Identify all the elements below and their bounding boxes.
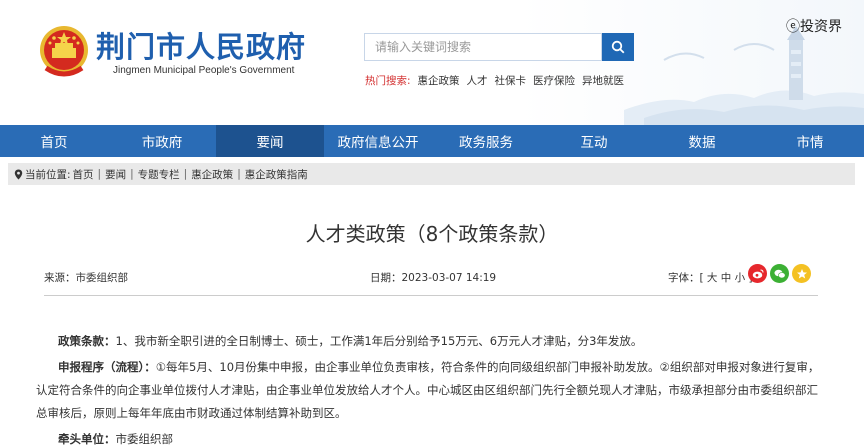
nav-item-city-info[interactable]: 市情 xyxy=(756,125,864,157)
weibo-icon[interactable] xyxy=(748,264,767,283)
breadcrumb-separator: | xyxy=(237,168,241,180)
search-icon xyxy=(611,40,625,54)
nav-item-home[interactable]: 首页 xyxy=(0,125,108,157)
nav-item-services[interactable]: 政务服务 xyxy=(432,125,540,157)
nav-item-city-government[interactable]: 市政府 xyxy=(108,125,216,157)
nav-item-news[interactable]: 要闻 xyxy=(216,125,324,157)
paragraph-text: 市委组织部 xyxy=(115,432,174,446)
main-nav: 首页 市政府 要闻 政府信息公开 政务服务 互动 数据 市情 xyxy=(0,125,864,157)
share-buttons xyxy=(748,264,811,283)
hot-search: 热门搜索: 惠企政策 人才 社保卡 医疗保险 异地就医 xyxy=(365,73,624,88)
paragraph-label: 政策条款： xyxy=(58,334,116,348)
wechat-icon[interactable] xyxy=(770,264,789,283)
paragraph-label: 申报程序（流程）： xyxy=(58,360,156,374)
search-input[interactable] xyxy=(365,34,601,60)
search-box xyxy=(364,33,602,61)
site-title[interactable]: 荆门市人民政府 xyxy=(96,24,306,66)
hot-search-label: 热门搜索: xyxy=(365,75,411,87)
breadcrumb-separator: | xyxy=(97,168,102,180)
breadcrumb-label: 当前位置: xyxy=(25,168,71,181)
hot-search-item[interactable]: 社保卡 xyxy=(495,73,527,88)
breadcrumb-item[interactable]: 专题专栏 xyxy=(138,167,180,182)
hot-search-item[interactable]: 人才 xyxy=(467,73,488,88)
nav-item-data[interactable]: 数据 xyxy=(648,125,756,157)
breadcrumb-separator: | xyxy=(183,168,188,180)
font-size-switcher[interactable]: 字体：[ 大 中 小 ] xyxy=(668,270,753,285)
location-icon xyxy=(14,169,23,179)
site-header: 荆门市人民政府 Jingmen Municipal People's Gover… xyxy=(0,0,864,125)
breadcrumb: 当前位置: 首页 | 要闻 | 专题专栏 | 惠企政策 | 惠企政策指南 xyxy=(8,163,855,185)
watermark: ⓔ投资界 xyxy=(786,19,842,35)
breadcrumb-item[interactable]: 惠企政策指南 xyxy=(245,167,308,182)
article-source: 来源：市委组织部 xyxy=(44,272,128,284)
article-title: 人才类政策（8个政策条款） xyxy=(305,222,559,246)
article-date: 日期：2023-03-07 14:19 xyxy=(370,272,497,284)
article-paragraph: 申报程序（流程）：①每年5月、10月份集中申报，由企事业单位负责审核，符合条件的… xyxy=(36,356,828,425)
article-paragraph: 政策条款：1、我市新全职引进的全日制博士、硕士，工作满1年后分别给予15万元、6… xyxy=(36,330,828,353)
article-paragraph: 牵头单位：市委组织部 xyxy=(36,428,828,448)
breadcrumb-item[interactable]: 惠企政策 xyxy=(191,167,233,182)
paragraph-label: 牵头单位： xyxy=(58,432,116,446)
article-meta: 来源：市委组织部 日期：2023-03-07 14:19 字体：[ 大 中 小 … xyxy=(44,264,818,292)
site-subtitle: Jingmen Municipal People's Government xyxy=(113,65,295,76)
breadcrumb-item[interactable]: 要闻 xyxy=(105,167,126,182)
breadcrumb-item[interactable]: 首页 xyxy=(73,167,94,182)
article-body: 政策条款：1、我市新全职引进的全日制博士、硕士，工作满1年后分别给予15万元、6… xyxy=(36,330,828,448)
nav-item-info-disclosure[interactable]: 政府信息公开 xyxy=(324,125,432,157)
hot-search-item[interactable]: 医疗保险 xyxy=(533,73,575,88)
paragraph-text: 1、我市新全职引进的全日制博士、硕士，工作满1年后分别给予15万元、6万元人才津… xyxy=(115,334,643,348)
hot-search-item[interactable]: 异地就医 xyxy=(582,73,624,88)
national-emblem-icon[interactable] xyxy=(38,24,90,78)
divider xyxy=(44,295,818,296)
hot-search-item[interactable]: 惠企政策 xyxy=(418,73,460,88)
nav-item-interaction[interactable]: 互动 xyxy=(540,125,648,157)
breadcrumb-separator: | xyxy=(130,168,134,180)
qzone-icon[interactable] xyxy=(792,264,811,283)
